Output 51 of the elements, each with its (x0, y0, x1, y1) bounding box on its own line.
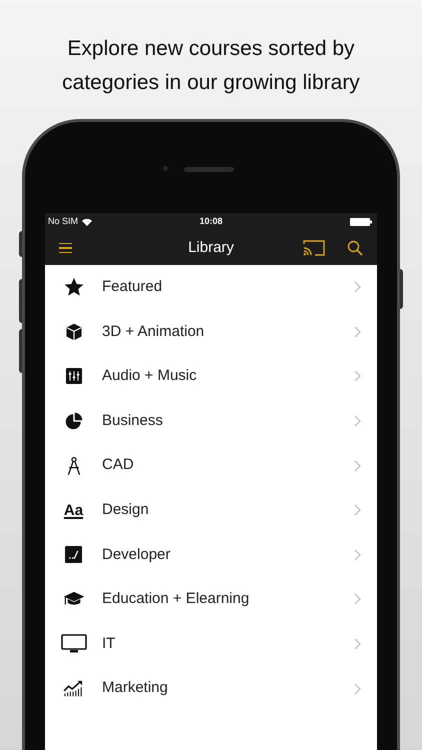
search-button[interactable] (347, 240, 363, 256)
category-item[interactable]: 3D + Animation (45, 310, 377, 354)
category-label: 3D + Animation (102, 322, 204, 342)
time-text: 10:08 (199, 215, 223, 228)
carrier-text: No SIM (48, 215, 78, 228)
wifi-icon (82, 218, 92, 226)
camera-icon (163, 166, 168, 171)
category-label: Design (102, 500, 149, 520)
battery-icon (350, 218, 372, 226)
nav-title: Library (188, 238, 234, 258)
chevron-icon (354, 593, 361, 606)
terminal-icon (65, 546, 82, 564)
category-label: Education + Elearning (102, 589, 250, 610)
category-label: Featured (102, 277, 162, 298)
graduation-cap-icon (62, 591, 84, 608)
category-item[interactable]: CAD (45, 443, 377, 488)
category-item[interactable]: Aa Design (45, 488, 377, 533)
headline: Explore new courses sorted by categories in our growing library (61, 36, 361, 96)
category-item[interactable]: Featured (45, 265, 377, 310)
cast-button[interactable] (303, 240, 325, 256)
category-label: Marketing (102, 678, 168, 698)
category-item[interactable]: Audio + Music (45, 354, 377, 399)
category-item[interactable]: Developer (45, 532, 377, 578)
cube-icon (64, 322, 82, 341)
chevron-icon (354, 326, 361, 338)
category-label: CAD (102, 455, 134, 476)
chevron-icon (354, 548, 361, 561)
chevron-icon (354, 415, 361, 428)
chevron-icon (354, 370, 361, 382)
chevron-icon (354, 281, 361, 294)
pie-chart-icon (64, 412, 82, 430)
monitor-icon (60, 634, 86, 654)
chevron-icon (354, 504, 361, 516)
category-label: Audio + Music (102, 366, 197, 386)
category-item[interactable]: Marketing (45, 666, 377, 711)
chevron-icon (354, 460, 361, 472)
speaker-slot (184, 167, 234, 172)
menu-button[interactable] (59, 242, 72, 254)
drafting-compass-icon (66, 456, 82, 476)
chevron-icon (354, 638, 361, 650)
category-label: IT (102, 634, 116, 654)
star-icon (64, 277, 84, 298)
category-label: Developer (102, 544, 170, 565)
growth-chart-icon (62, 680, 84, 698)
category-item[interactable]: Business (45, 398, 377, 444)
category-item[interactable]: IT (45, 622, 377, 666)
type-icon: Aa (64, 502, 84, 518)
category-item[interactable]: Education + Elearning (45, 577, 377, 622)
category-label: Business (102, 410, 163, 431)
chevron-icon (354, 682, 361, 695)
mixer-icon (66, 368, 82, 384)
